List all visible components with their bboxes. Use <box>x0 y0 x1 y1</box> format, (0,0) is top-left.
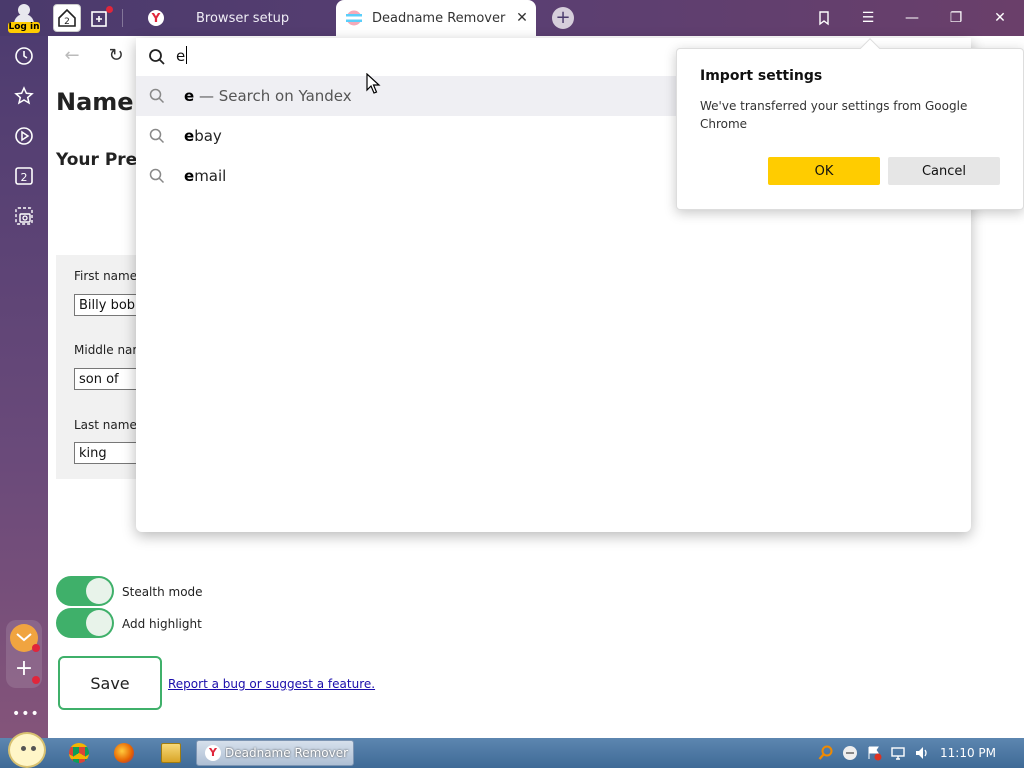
stealth-mode-label: Stealth mode <box>122 585 203 599</box>
file-explorer-icon[interactable] <box>161 743 181 763</box>
ok-button[interactable]: OK <box>768 157 880 185</box>
restore-icon[interactable]: ❐ <box>943 6 969 30</box>
login-badge: Log in <box>8 22 40 33</box>
bookmarks-star-icon[interactable] <box>12 84 36 108</box>
new-tab-button[interactable]: + <box>552 7 574 29</box>
tab-deadname-remover[interactable]: Deadname Remover Op ✕ <box>336 0 536 36</box>
trans-flag-icon <box>346 10 362 26</box>
tab-counter-icon[interactable]: 2 <box>12 164 36 188</box>
search-icon <box>149 168 165 184</box>
taskbar-browser-window[interactable]: Y Deadname Remover ... <box>196 740 354 766</box>
media-play-icon[interactable] <box>12 124 36 148</box>
mouse-cursor-icon <box>366 73 381 94</box>
cancel-button[interactable]: Cancel <box>888 157 1000 185</box>
tab-browser-setup[interactable]: Y Browser setup <box>138 0 334 36</box>
tab-close-icon[interactable]: ✕ <box>514 10 530 26</box>
stealth-mode-toggle[interactable] <box>56 576 114 606</box>
add-highlight-toggle[interactable] <box>56 608 114 638</box>
middle-name-label: Middle nam <box>74 343 145 357</box>
first-name-label: First name: <box>74 269 142 283</box>
sidebar: 2 + ••• <box>0 36 48 738</box>
search-icon <box>149 128 165 144</box>
yandex-icon: Y <box>205 745 221 761</box>
report-bug-link[interactable]: Report a bug or suggest a feature. <box>168 677 375 691</box>
svg-text:2: 2 <box>21 171 28 184</box>
menu-icon[interactable]: ☰ <box>855 6 881 30</box>
mail-icon[interactable] <box>10 624 40 652</box>
save-button[interactable]: Save <box>58 656 162 710</box>
yandex-icon: Y <box>148 10 164 26</box>
clock[interactable]: 11:10 PM <box>940 746 996 760</box>
login-button[interactable]: Log in <box>6 2 42 34</box>
suggestion-item[interactable]: ebay <box>136 116 676 156</box>
close-window-icon[interactable]: ✕ <box>987 6 1013 30</box>
taskbar: Y Deadname Remover ... 11:10 PM <box>0 732 1024 768</box>
sidebar-apps: + <box>6 620 42 688</box>
title-bar: Log in 2 Y Browser setup Deadname Remove… <box>0 0 1024 36</box>
address-input[interactable]: e <box>176 46 188 65</box>
popup-title: Import settings <box>700 68 823 84</box>
volume-tray-icon[interactable] <box>914 745 930 761</box>
add-app-icon[interactable]: + <box>12 658 40 684</box>
notification-dot <box>32 676 40 684</box>
more-options-icon[interactable]: ••• <box>12 706 39 722</box>
reload-icon[interactable]: ↻ <box>104 44 128 68</box>
firefox-icon[interactable] <box>114 743 134 763</box>
popup-message: We've transferred your settings from Goo… <box>700 99 968 131</box>
notification-dot <box>32 644 40 652</box>
import-settings-popup: Import settings We've transferred your s… <box>676 38 1024 210</box>
search-tray-icon[interactable] <box>818 745 834 761</box>
search-icon <box>149 49 165 65</box>
history-icon[interactable] <box>12 44 36 68</box>
minimize-icon[interactable]: — <box>899 6 925 30</box>
home-tabs-icon[interactable]: 2 <box>53 4 81 32</box>
bookmarks-icon[interactable] <box>811 6 837 30</box>
add-highlight-label: Add highlight <box>122 617 202 631</box>
screenshot-icon[interactable] <box>12 204 36 228</box>
search-icon <box>149 88 165 104</box>
last-name-label: Last name: <box>74 418 141 432</box>
network-tray-icon[interactable] <box>890 745 906 761</box>
chrome-icon[interactable] <box>69 743 89 763</box>
notification-dot <box>106 6 113 13</box>
flag-alert-tray-icon[interactable] <box>866 745 882 761</box>
new-tab-group-icon[interactable] <box>88 6 114 30</box>
start-button[interactable] <box>8 732 46 768</box>
svg-text:2: 2 <box>64 17 70 27</box>
suggestion-item[interactable]: e — Search on Yandex <box>136 76 676 116</box>
suggestion-item[interactable]: email <box>136 156 676 196</box>
chat-tray-icon[interactable] <box>842 745 858 761</box>
back-icon[interactable]: ← <box>60 44 84 68</box>
